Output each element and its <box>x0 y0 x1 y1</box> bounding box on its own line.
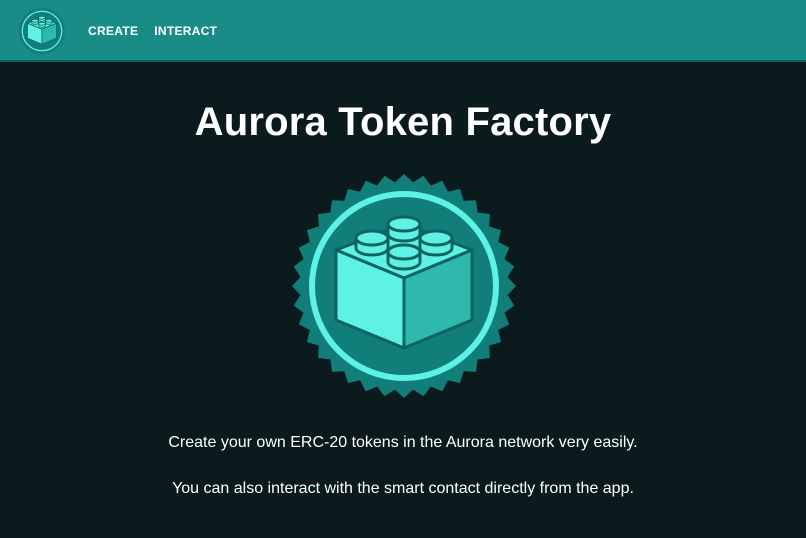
page-title: Aurora Token Factory <box>194 100 612 144</box>
description-line-2: You can also interact with the smart con… <box>172 480 634 497</box>
top-navbar: CREATE INTERACT <box>0 0 806 62</box>
nav-links: CREATE INTERACT <box>88 0 233 62</box>
lego-brick-badge-icon[interactable] <box>18 7 66 55</box>
main-content: Aurora Token Factory Create your own ERC… <box>0 62 806 538</box>
lego-brick-badge-icon <box>292 174 516 398</box>
nav-link-create[interactable]: CREATE <box>88 24 138 38</box>
description-line-1: Create your own ERC-20 tokens in the Aur… <box>168 434 638 451</box>
nav-link-interact[interactable]: INTERACT <box>154 24 217 38</box>
